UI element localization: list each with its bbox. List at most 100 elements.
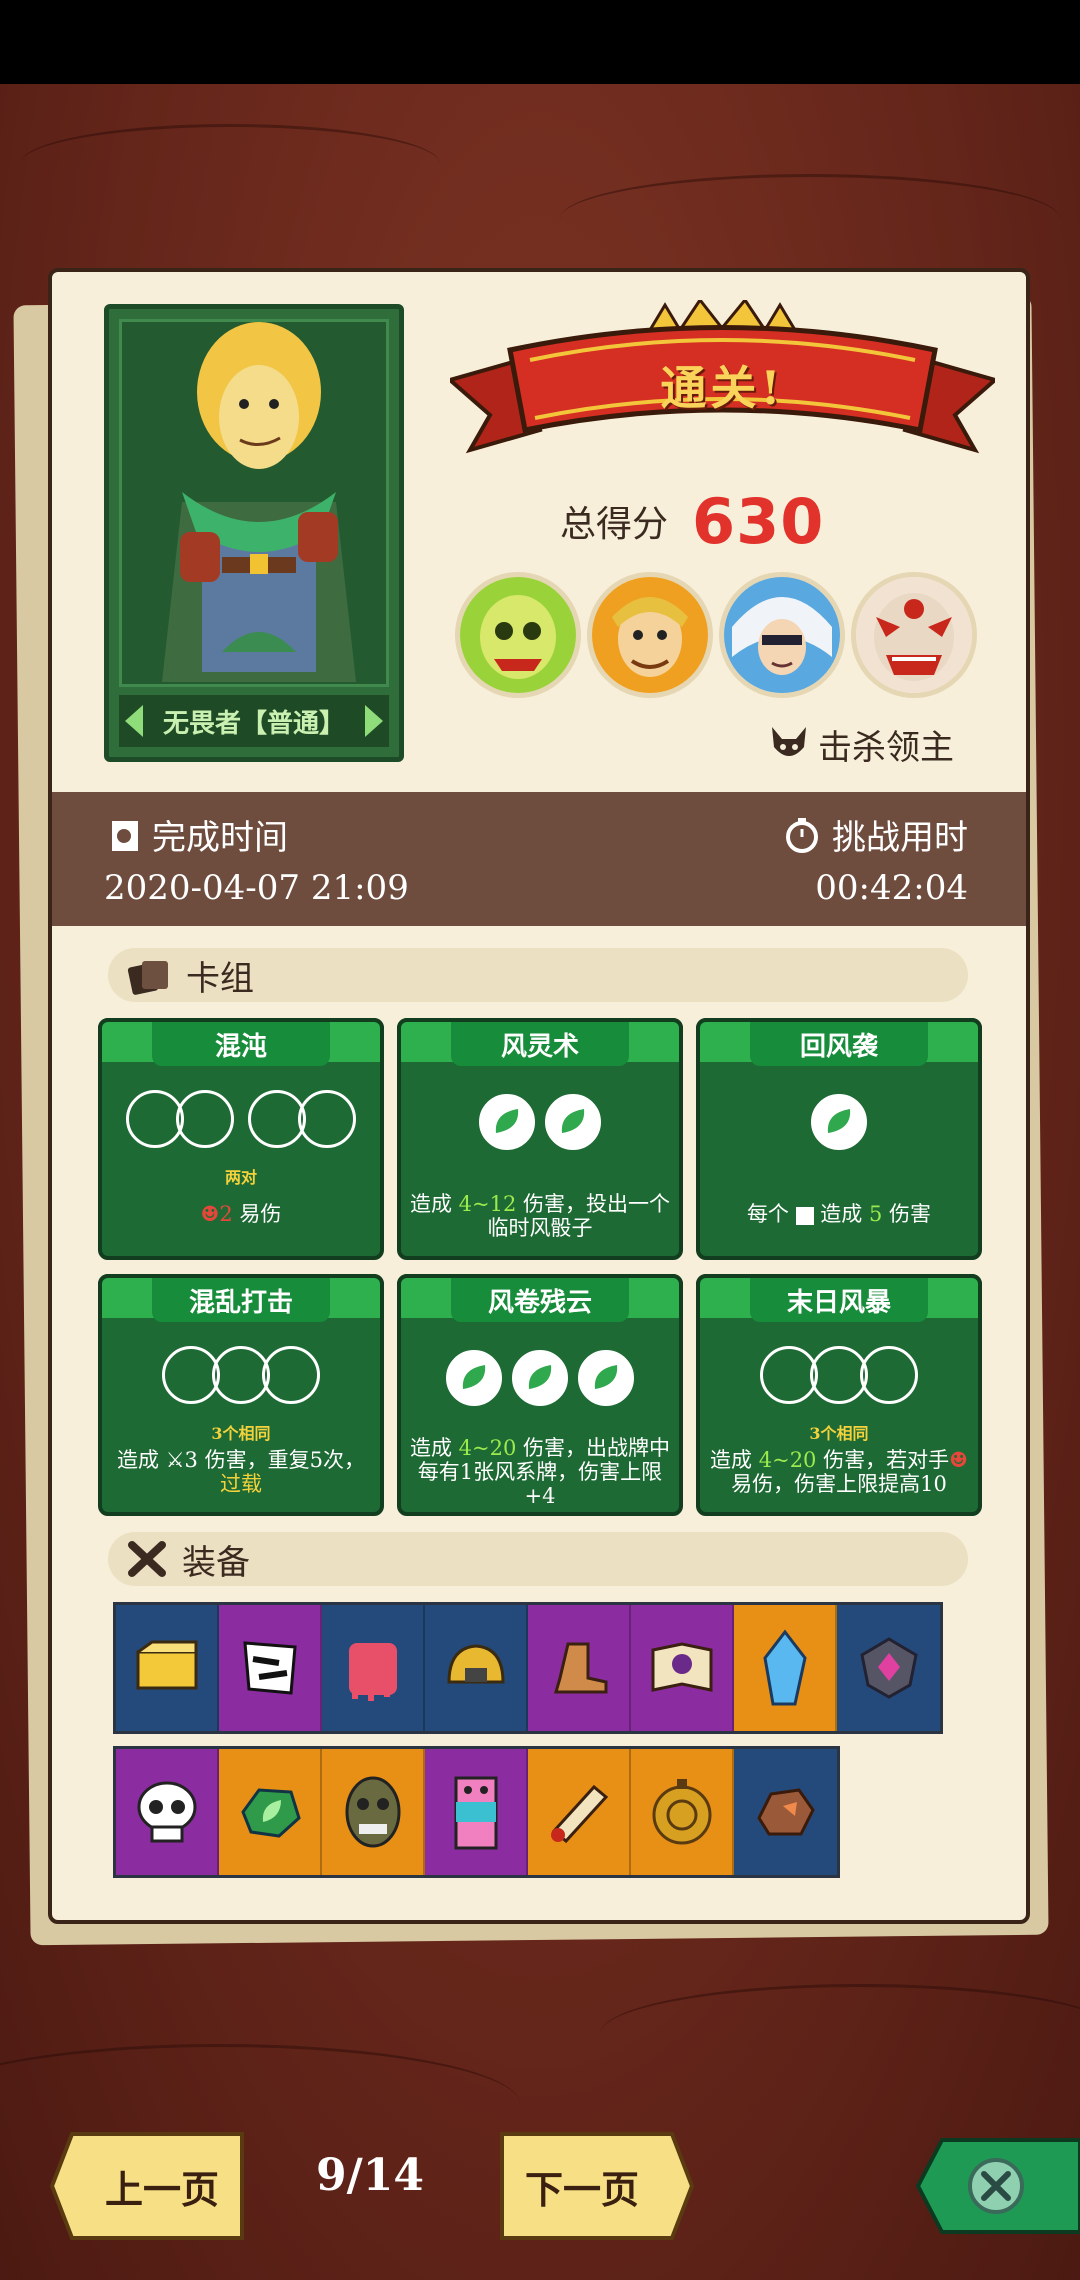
scroll-icon[interactable]	[528, 1749, 631, 1875]
sword-icon: ⚔	[165, 1448, 185, 1472]
prev-page-button[interactable]: 上一页	[50, 2126, 250, 2246]
die-slot-icon	[298, 1090, 356, 1148]
wind-die-small-icon	[795, 1206, 814, 1225]
boss-demon-mask-icon[interactable]	[851, 572, 977, 698]
card-title: 风灵术	[500, 1031, 579, 1062]
dice-requirement: 3个相同	[809, 1424, 869, 1443]
card-title: 风卷残云	[487, 1287, 592, 1318]
vulnerable-icon: ☻	[200, 1202, 220, 1226]
victory-title: 通关!	[660, 361, 785, 415]
purple-gem-shield-icon[interactable]	[837, 1605, 940, 1731]
stopwatch-icon	[786, 817, 818, 853]
deck-title: 卡组	[186, 958, 254, 999]
card-description: 造成 4~12 伤害，投出一个临时风骰子	[409, 1192, 671, 1240]
card-desc-text: 造成	[409, 1192, 459, 1216]
hero-label: 无畏者【普通】	[162, 708, 345, 739]
jelly-cube-icon[interactable]	[322, 1605, 425, 1731]
wind-die-icon	[512, 1350, 568, 1406]
card-wind-spirit[interactable]: 风灵术 造成 4~12 伤害，投出一个临时风骰子	[397, 1018, 683, 1260]
torn-cloth-icon[interactable]	[219, 1605, 322, 1731]
equipment-row-2	[113, 1746, 840, 1878]
compass-medal-icon[interactable]	[631, 1749, 734, 1875]
hero-prev-arrow-icon[interactable]	[125, 705, 143, 737]
wind-die-icon	[479, 1094, 535, 1150]
prev-page-label: 上一页	[104, 2166, 219, 2212]
dice-requirement: 两对	[224, 1168, 257, 1187]
card-desc-text: 每个	[746, 1202, 796, 1226]
challenge-time-value: 00:42:04	[815, 868, 968, 908]
complete-time-value: 2020-04-07 21:09	[104, 868, 409, 908]
hero-label-bar[interactable]: 无畏者【普通】	[119, 695, 389, 747]
die-slot-icon	[262, 1346, 320, 1404]
demon-head-icon	[772, 726, 806, 756]
time-bar: 完成时间 2020-04-07 21:09 挑战用时 00:42:04	[52, 792, 1026, 926]
card-desc-text: 易伤	[232, 1202, 282, 1226]
wind-damage-range: 4~12	[458, 1192, 517, 1216]
wind-damage-range: 4~20	[458, 1436, 517, 1460]
hero-illustration	[162, 322, 356, 682]
next-page-button[interactable]: 下一页	[494, 2126, 694, 2246]
card-desc-text: 造成	[710, 1448, 759, 1472]
card-desc-text: 造成	[409, 1436, 459, 1460]
card-title: 混乱打击	[188, 1287, 293, 1318]
card-desc-text: 伤害，重复5次，	[197, 1448, 365, 1472]
skull-icon[interactable]	[116, 1749, 219, 1875]
crystal-icon[interactable]	[734, 1605, 837, 1731]
dice-requirement: 3个相同	[211, 1424, 271, 1443]
hero-portrait: 无畏者【普通】	[104, 304, 404, 762]
boss-green-skull-icon[interactable]	[455, 572, 581, 698]
close-button[interactable]	[912, 2126, 1080, 2246]
challenge-time-label: 挑战用时	[832, 818, 968, 858]
card-description: 造成 4~20 伤害，出战牌中每有1张风系牌，伤害上限+4	[409, 1436, 671, 1508]
gold-bars-icon[interactable]	[116, 1605, 219, 1731]
page-indicator: 9/14	[316, 2150, 424, 2201]
equipment-row-1	[113, 1602, 943, 1734]
card-desc-text: 造成	[117, 1448, 166, 1472]
card-description: ☻2 易伤	[110, 1202, 372, 1226]
boots-icon[interactable]	[528, 1605, 631, 1731]
card-title: 混沌	[214, 1031, 267, 1062]
cards-icon	[127, 961, 168, 995]
challenge-time-label-group: 挑战用时	[784, 810, 968, 859]
card-wind-sweep[interactable]: 风卷残云 造成 4~20 伤害，出战牌中每有1张风系牌，伤害上限+4	[397, 1274, 683, 1516]
score-value: 630	[692, 484, 825, 558]
ore-rock-icon[interactable]	[734, 1749, 837, 1875]
close-icon	[915, 2138, 1080, 2234]
vulnerable-icon: ☻	[949, 1448, 968, 1472]
skull-book-icon[interactable]	[631, 1605, 734, 1731]
score-label: 总得分	[560, 504, 669, 545]
wind-damage-range: 4~20	[758, 1448, 817, 1472]
boss-portraits	[455, 572, 977, 698]
mask-icon[interactable]	[322, 1749, 425, 1875]
card-doom-storm[interactable]: 末日风暴 3个相同 造成 4~20 伤害，若对手☻易伤，伤害上限提高10	[696, 1274, 982, 1516]
boss-golden-warrior-icon[interactable]	[587, 572, 713, 698]
card-desc-text: 伤害，若对手	[816, 1448, 950, 1472]
complete-time-label-group: 完成时间	[104, 810, 288, 859]
wind-stone-icon[interactable]	[219, 1749, 322, 1875]
card-title: 回风袭	[799, 1031, 878, 1062]
card-description: 造成 4~20 伤害，若对手☻易伤，伤害上限提高10	[708, 1448, 970, 1496]
card-title: 末日风暴	[786, 1287, 891, 1318]
equipment-section-header: 装备	[108, 1532, 968, 1586]
golden-helmet-icon[interactable]	[425, 1605, 528, 1731]
die-slot-icon	[860, 1346, 918, 1404]
boss-blue-beast-icon[interactable]	[719, 572, 845, 698]
score-row: 总得分 630	[560, 484, 825, 558]
card-desc-text: 伤害	[882, 1202, 932, 1226]
deck-section-header: 卡组	[108, 948, 968, 1002]
kill-lords-row: 击杀领主	[768, 720, 954, 769]
crossed-tools-icon	[128, 1541, 166, 1577]
card-description: 造成 ⚔3 伤害，重复5次，过载	[110, 1448, 372, 1496]
card-chaos[interactable]: 混沌 两对 ☻2 易伤	[98, 1018, 384, 1260]
wind-die-icon	[545, 1094, 601, 1150]
card-desc-text: 易伤，伤害上限提高10	[731, 1472, 947, 1496]
totem-icon[interactable]	[425, 1749, 528, 1875]
card-return-wind[interactable]: 回风袭 每个 造成 5 伤害	[696, 1018, 982, 1260]
wind-die-icon	[578, 1350, 634, 1406]
card-description: 每个 造成 5 伤害	[708, 1202, 970, 1226]
card-chaos-strike[interactable]: 混乱打击 3个相同 造成 ⚔3 伤害，重复5次，过载	[98, 1274, 384, 1516]
complete-time-label: 完成时间	[152, 818, 288, 858]
hero-next-arrow-icon[interactable]	[365, 705, 383, 737]
card-desc-text: 造成	[813, 1202, 869, 1226]
status-bar	[0, 0, 1080, 84]
